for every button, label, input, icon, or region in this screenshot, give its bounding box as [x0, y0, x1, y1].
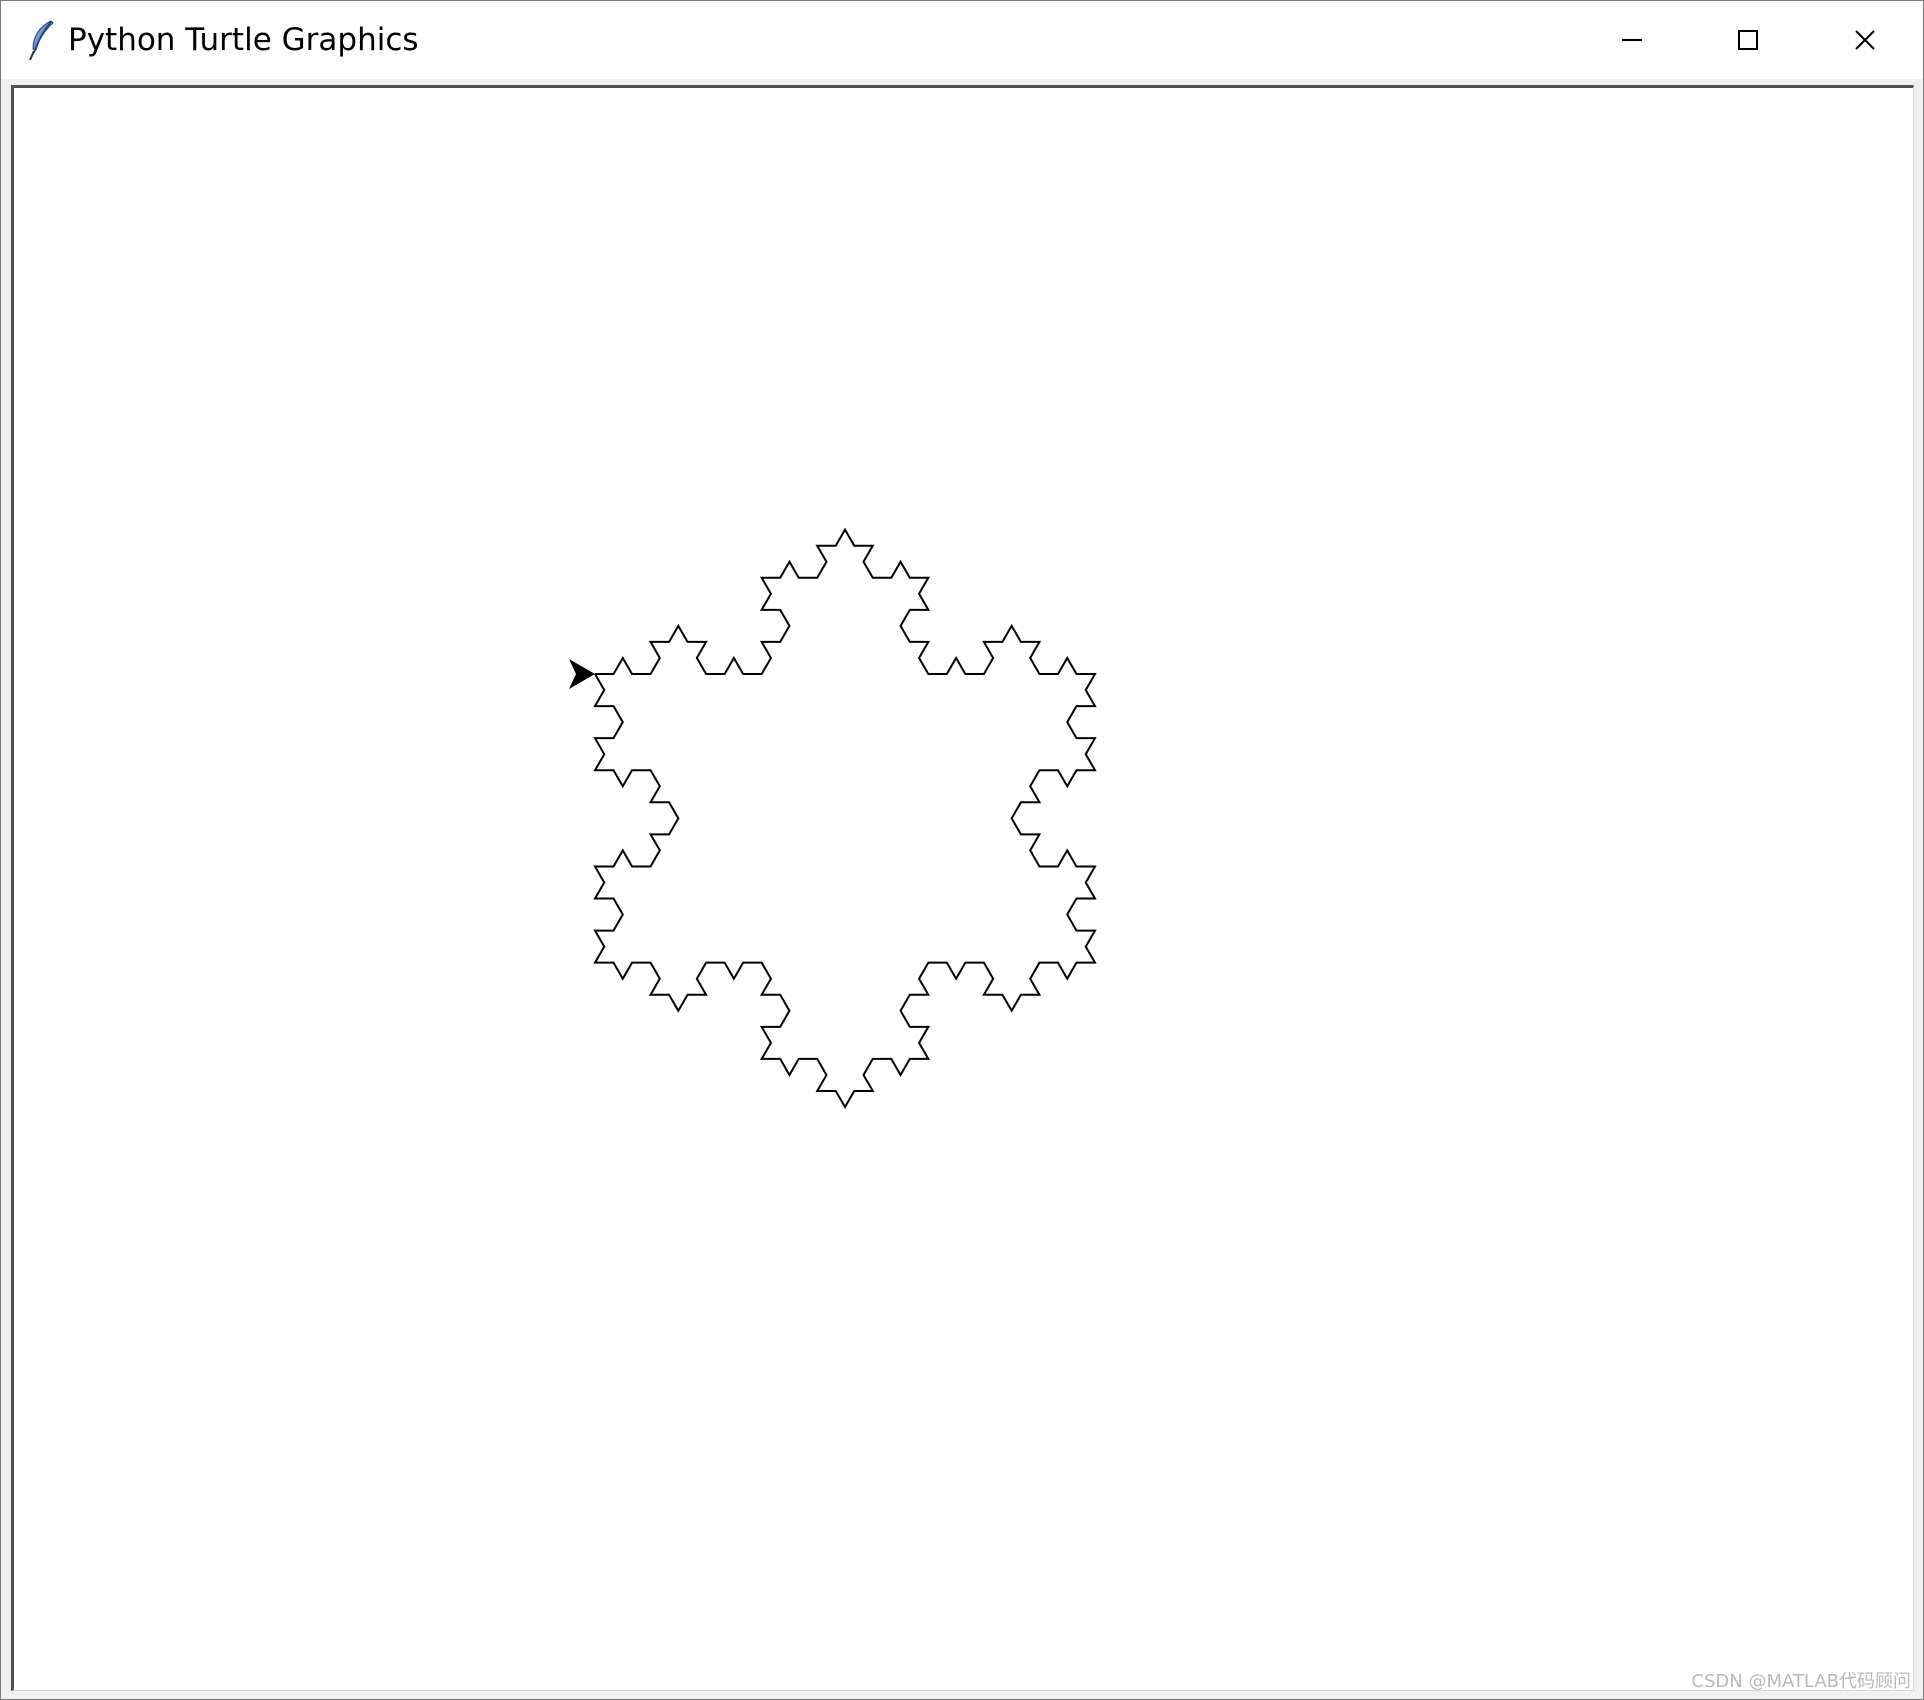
turtle-canvas[interactable]: [14, 88, 1913, 1690]
koch-snowflake-path: [593, 527, 1097, 1110]
watermark-text: CSDN @MATLAB代码顾问: [1691, 1671, 1911, 1692]
title-bar[interactable]: Python Turtle Graphics: [1, 1, 1923, 79]
turtle-window: Python Turtle Graphics CSDN @MATLAB代码顾问: [0, 0, 1924, 1700]
feather-icon: [29, 20, 54, 61]
maximize-icon: [1738, 30, 1758, 50]
turtle-canvas-frame[interactable]: [11, 85, 1914, 1691]
close-button[interactable]: [1807, 1, 1923, 79]
minimize-icon: [1622, 39, 1642, 41]
close-icon: [1855, 30, 1875, 50]
turtle-cursor-icon: [569, 659, 595, 689]
window-title: Python Turtle Graphics: [68, 22, 419, 58]
minimize-button[interactable]: [1574, 1, 1690, 79]
maximize-button[interactable]: [1690, 1, 1806, 79]
